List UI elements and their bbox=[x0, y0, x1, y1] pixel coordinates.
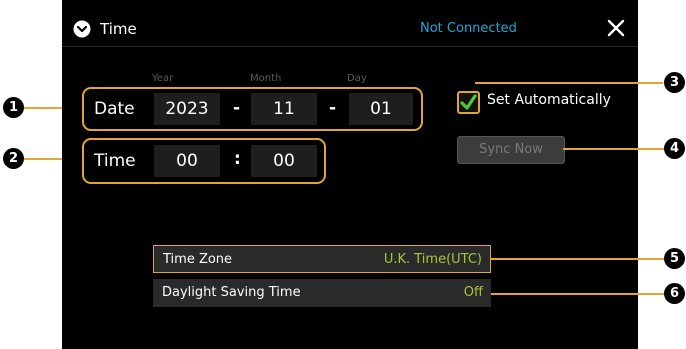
time-minute-field[interactable]: 00 bbox=[251, 145, 317, 177]
date-year-field[interactable]: 2023 bbox=[154, 93, 220, 125]
callout-1: 1 bbox=[3, 97, 24, 118]
date-label: Date bbox=[94, 99, 135, 119]
header-divider bbox=[62, 46, 638, 47]
callout-4: 4 bbox=[664, 138, 685, 159]
time-label: Time bbox=[94, 151, 136, 171]
callout-5-leader bbox=[491, 258, 664, 260]
clock-icon bbox=[73, 20, 91, 38]
year-column-label: Year bbox=[152, 73, 174, 84]
time-zone-value: U.K. Time(UTC) bbox=[383, 252, 482, 267]
callout-5: 5 bbox=[664, 248, 685, 269]
callout-6-leader bbox=[491, 293, 664, 295]
callout-3: 3 bbox=[664, 72, 685, 93]
time-settings-screen: Time Not Connected Year Month Day Date 2… bbox=[62, 0, 638, 349]
page-title: Time bbox=[100, 20, 137, 38]
set-automatically-checkbox[interactable] bbox=[457, 91, 480, 114]
connection-status: Not Connected bbox=[420, 21, 517, 36]
sync-now-button[interactable]: Sync Now bbox=[457, 136, 565, 164]
header: Time Not Connected bbox=[62, 12, 638, 46]
date-group: Date 2023 - 11 - 01 bbox=[82, 87, 423, 131]
checkmark-icon bbox=[460, 94, 477, 110]
date-day-field[interactable]: 01 bbox=[349, 93, 413, 125]
date-separator-2: - bbox=[329, 98, 337, 118]
date-month-field[interactable]: 11 bbox=[251, 93, 317, 125]
time-hour-field[interactable]: 00 bbox=[154, 145, 220, 177]
time-zone-label: Time Zone bbox=[163, 252, 233, 267]
date-separator-1: - bbox=[233, 98, 241, 118]
set-automatically-label: Set Automatically bbox=[487, 92, 611, 108]
callout-6: 6 bbox=[664, 283, 685, 304]
daylight-saving-label: Daylight Saving Time bbox=[162, 285, 301, 300]
day-column-label: Day bbox=[347, 73, 367, 84]
callout-4-leader bbox=[563, 148, 664, 150]
close-icon[interactable] bbox=[605, 17, 627, 39]
month-column-label: Month bbox=[250, 73, 282, 84]
callout-2: 2 bbox=[3, 148, 24, 169]
daylight-saving-value: Off bbox=[463, 285, 483, 300]
time-group: Time 00 : 00 bbox=[82, 138, 326, 184]
time-separator: : bbox=[234, 149, 241, 169]
time-zone-row[interactable]: Time Zone U.K. Time(UTC) bbox=[153, 245, 491, 273]
daylight-saving-row[interactable]: Daylight Saving Time Off bbox=[153, 279, 491, 307]
callout-3-leader bbox=[475, 82, 663, 84]
